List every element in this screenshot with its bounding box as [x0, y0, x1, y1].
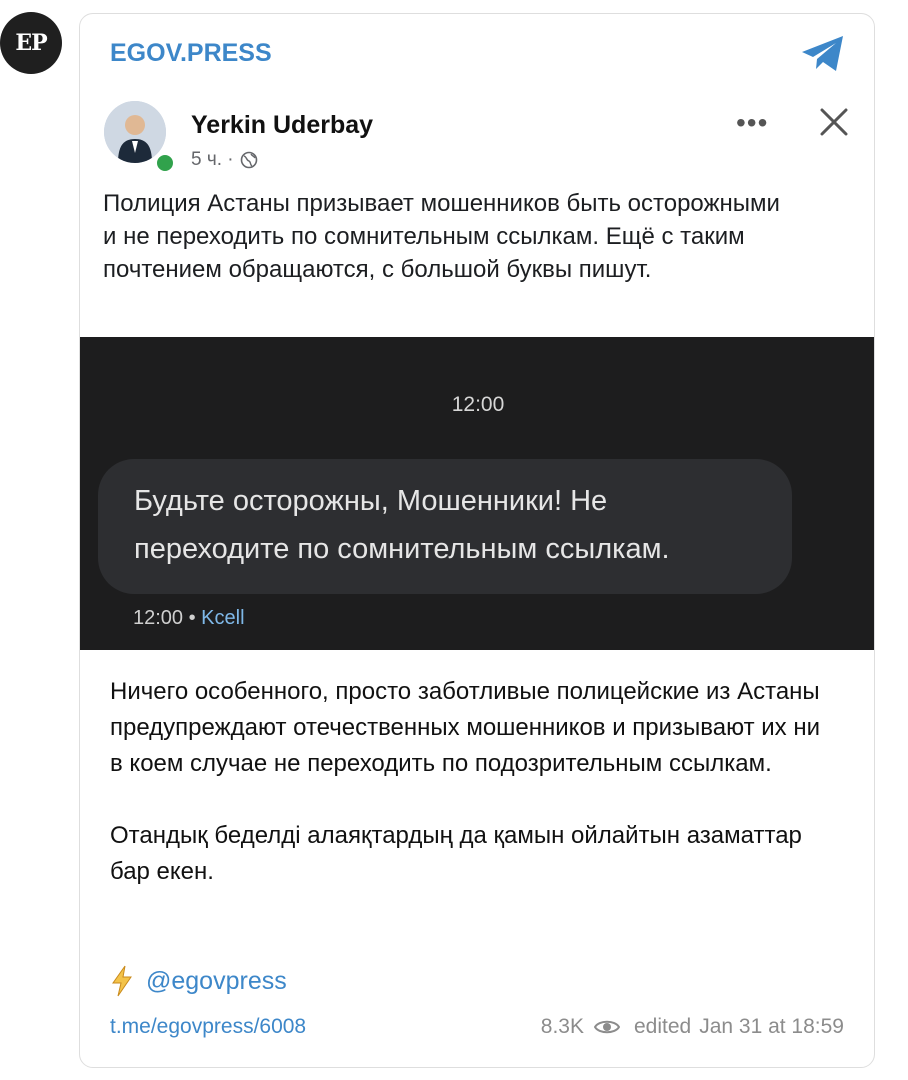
fb-post-text: Полиция Астаны призывает мошенников быть… — [103, 190, 780, 283]
channel-name[interactable]: EGOV.PRESS — [110, 39, 272, 68]
channel-handle-link[interactable]: @egovpress — [110, 965, 287, 997]
sms-footer: 12:00 • Kcell — [133, 607, 245, 630]
telegram-icon[interactable] — [800, 34, 846, 74]
sms-footer-time: 12:00 • — [133, 607, 196, 629]
edited-label: edited — [633, 1015, 692, 1038]
more-options-icon[interactable]: ••• — [736, 107, 768, 139]
sms-carrier: Kcell — [201, 607, 245, 629]
close-icon[interactable] — [816, 104, 852, 140]
sms-time-header: 12:00 — [451, 393, 505, 416]
author-name[interactable]: Yerkin Uderbay — [191, 111, 373, 140]
eye-icon — [593, 1020, 620, 1034]
post-footer-meta: 8.3K edited Jan 31 at 18:59 — [541, 1015, 844, 1039]
post-paragraph-1: Ничего особенного, просто заботливые пол… — [110, 678, 820, 777]
post-meta: 5 ч. · — [191, 149, 258, 171]
lightning-icon — [112, 965, 132, 997]
sms-screenshot: 12:00 Будьте осторожны, Мошенники! Не пе… — [80, 337, 874, 650]
sms-bubble: Будьте осторожны, Мошенники! Не переходи… — [98, 459, 792, 594]
post-paragraph-2: Отандық беделді алаяқтардың да қамын ойл… — [110, 822, 802, 885]
view-count: 8.3K — [540, 1015, 584, 1038]
post-card: EGOV.PRESS Yerkin Uderbay 5 ч. · ••• Пол… — [79, 13, 875, 1068]
author-photo — [104, 101, 166, 163]
channel-avatar[interactable]: EP — [0, 12, 62, 74]
sms-message: Будьте осторожны, Мошенники! Не переходи… — [134, 485, 670, 565]
online-status-dot — [154, 152, 176, 174]
post-body: Ничего особенного, просто заботливые пол… — [110, 674, 830, 926]
post-date: Jan 31 at 18:59 — [699, 1015, 844, 1038]
channel-avatar-text: EP — [15, 30, 47, 56]
globe-icon — [240, 151, 257, 169]
channel-handle[interactable]: @egovpress — [146, 967, 287, 996]
post-url-link[interactable]: t.me/egovpress/6008 — [110, 1015, 306, 1039]
post-time[interactable]: 5 ч. · — [191, 149, 234, 171]
author-avatar[interactable] — [104, 101, 166, 163]
